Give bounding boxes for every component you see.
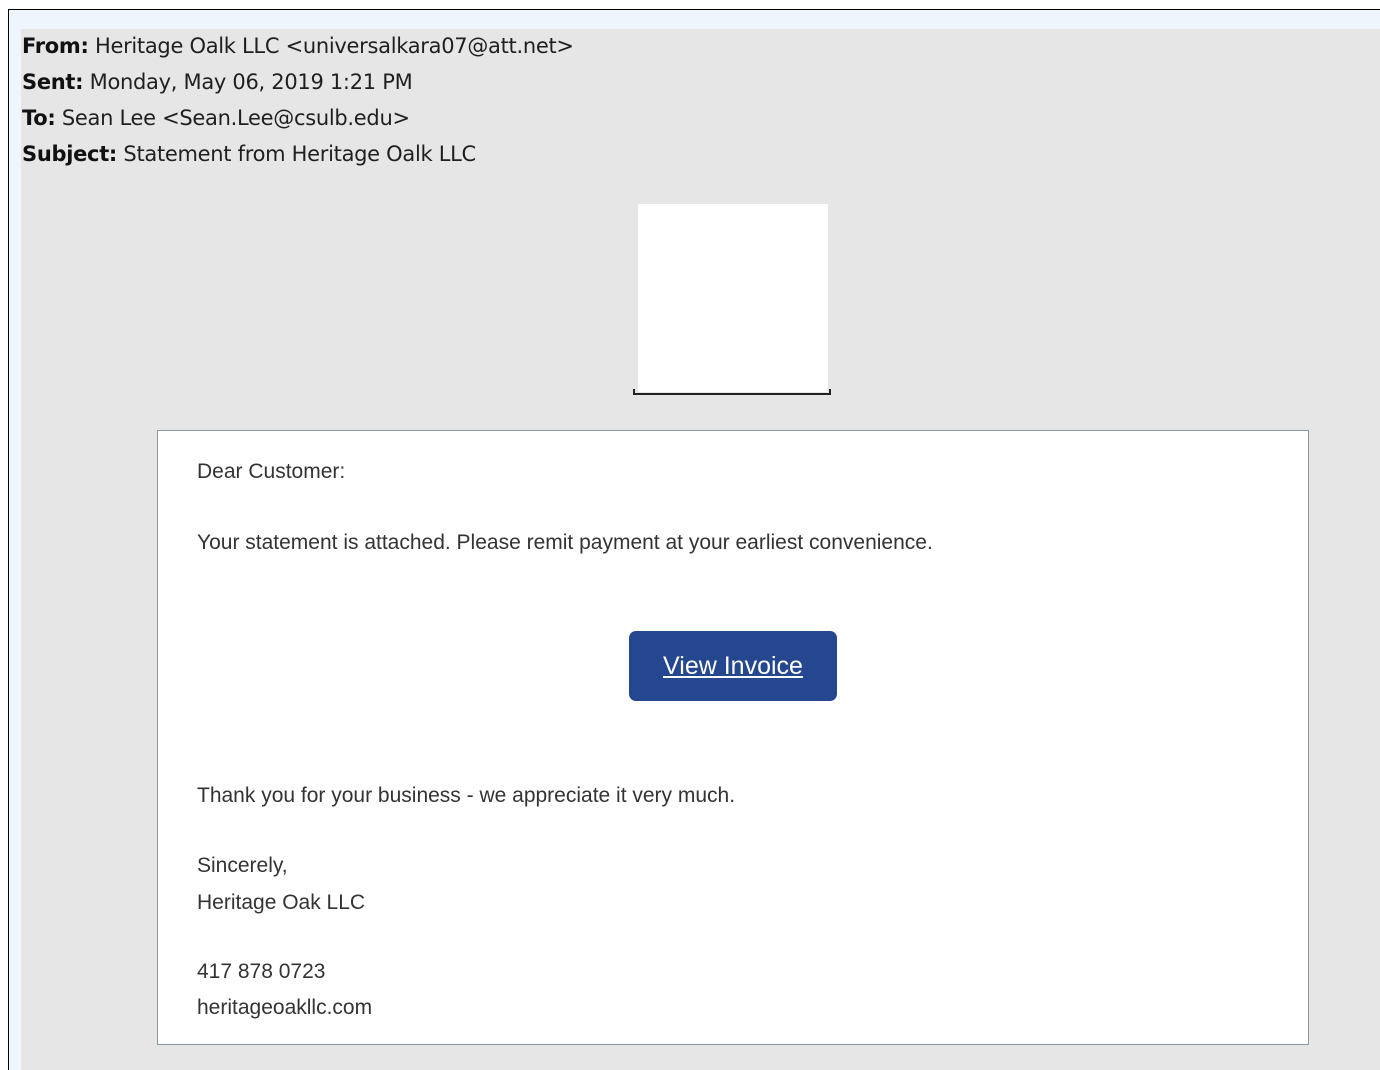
sent-value: Monday, May 06, 2019 1:21 PM (83, 70, 413, 94)
logo-bracket-decoration (633, 389, 831, 395)
from-label: From: (22, 34, 89, 58)
closing-text: Sincerely, (197, 854, 288, 877)
subject-value: Statement from Heritage Oalk LLC (117, 142, 476, 166)
email-headers: From: Heritage Oalk LLC <universalkara07… (22, 31, 574, 175)
view-invoice-link[interactable]: View Invoice (663, 652, 803, 681)
website-text: heritageoakllc.com (197, 996, 373, 1019)
logo-image-placeholder (638, 204, 828, 392)
to-label: To: (22, 106, 56, 130)
message-card: Dear Customer: Your statement is attache… (157, 430, 1309, 1045)
to-value[interactable]: Sean Lee <Sean.Lee@csulb.edu> (55, 106, 410, 130)
phone-number: 417 878 0723 (197, 960, 326, 983)
sent-label: Sent: (22, 70, 84, 94)
sent-row: Sent: Monday, May 06, 2019 1:21 PM (22, 67, 574, 103)
company-name: Heritage Oak LLC (197, 891, 366, 914)
from-row: From: Heritage Oalk LLC <universalkara07… (22, 31, 574, 67)
subject-label: Subject: (22, 142, 118, 166)
from-value[interactable]: Heritage Oalk LLC <universalkara07@att.n… (89, 34, 574, 58)
thanks-text: Thank you for your business - we appreci… (197, 784, 736, 807)
view-invoice-button[interactable]: View Invoice (629, 631, 837, 701)
subject-row: Subject: Statement from Heritage Oalk LL… (22, 139, 574, 175)
greeting-text: Dear Customer: (197, 460, 346, 483)
message-text: Your statement is attached. Please remit… (197, 531, 933, 554)
to-row: To: Sean Lee <Sean.Lee@csulb.edu> (22, 103, 574, 139)
